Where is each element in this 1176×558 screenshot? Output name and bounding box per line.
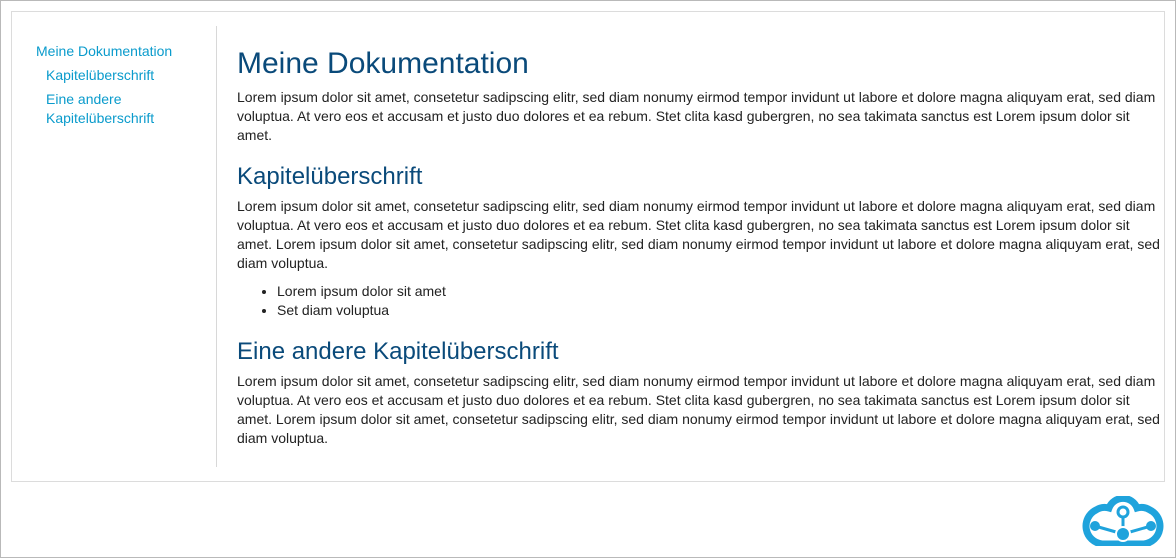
document-content: Meine Dokumentation Lorem ipsum dolor si…	[237, 42, 1161, 448]
list-item: Set diam voluptua	[277, 301, 1161, 320]
document-container: Meine Dokumentation Kapitelüberschrift E…	[11, 11, 1165, 482]
toc-item-kapitelueberschrift[interactable]: Kapitelüberschrift	[36, 66, 216, 85]
cloud-network-logo	[1082, 496, 1164, 546]
section-paragraph: Lorem ipsum dolor sit amet, consetetur s…	[237, 198, 1160, 271]
intro-paragraph: Lorem ipsum dolor sit amet, consetetur s…	[237, 89, 1156, 143]
table-of-contents: Meine Dokumentation Kapitelüberschrift E…	[36, 26, 217, 467]
section-paragraph: Lorem ipsum dolor sit amet, consetetur s…	[237, 373, 1160, 446]
page-title: Meine Dokumentation	[237, 47, 529, 80]
bullet-list: Lorem ipsum dolor sit amet Set diam volu…	[237, 282, 1161, 320]
toc-item-eine-andere-kapitelueberschrift[interactable]: Eine andere Kapitelüberschrift	[36, 90, 216, 128]
section-heading: Eine andere Kapitelüberschrift	[237, 338, 559, 365]
toc-item-meine-dokumentation[interactable]: Meine Dokumentation	[36, 42, 216, 61]
list-item: Lorem ipsum dolor sit amet	[277, 282, 1161, 301]
section-heading: Kapitelüberschrift	[237, 163, 423, 190]
